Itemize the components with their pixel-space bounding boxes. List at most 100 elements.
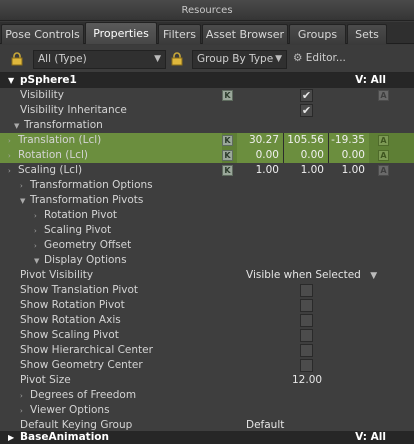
group-row-transformation-options[interactable]: › Transformation Options [0,178,414,193]
chevron-right-icon: › [8,152,11,160]
key-icon[interactable]: K [222,135,233,146]
property-label: Visibility [20,89,65,101]
group-label: Transformation [24,119,103,131]
group-row-display-options[interactable]: ▼ Display Options [0,253,414,268]
property-row-scaling: › Scaling (Lcl) K 1.00 1.00 1.00 A [0,163,414,178]
property-label: Show Hierarchical Center [20,344,153,356]
property-label: Scaling (Lcl) [18,164,83,176]
chevron-right-icon: › [20,407,23,415]
group-row-degrees-of-freedom[interactable]: › Degrees of Freedom [0,388,414,403]
group-label: Geometry Offset [44,239,132,251]
key-icon[interactable]: K [222,90,233,101]
property-row-show-translation-pivot: Show Translation Pivot [0,283,414,298]
visibility-inheritance-checkbox[interactable]: ✔ [300,104,313,117]
chevron-right-icon: › [20,392,23,400]
tab-bar: Pose Controls Properties Filters Asset B… [0,22,414,44]
pivot-size-field[interactable]: 12.00 [292,373,322,388]
chevron-right-icon: › [20,182,23,190]
group-label: Transformation Pivots [30,194,144,206]
scaling-z-field[interactable]: 1.00 [329,163,369,178]
rotation-y-field[interactable]: 0.00 [284,148,328,163]
group-label: Viewer Options [30,404,110,416]
rotation-z-field[interactable]: 0.00 [329,148,369,163]
property-row-show-scaling-pivot: Show Scaling Pivot [0,328,414,343]
object-header[interactable]: ▶ BaseAnimation V: All [0,431,414,444]
property-row-show-geometry-center: Show Geometry Center [0,358,414,373]
editor-button[interactable]: ⚙ Editor... [291,50,346,69]
group-by-dropdown[interactable]: Group By Type ▼ [192,50,287,69]
property-label: Show Translation Pivot [20,284,138,296]
window-title: Resources [0,0,414,21]
group-label: Scaling Pivot [44,224,112,236]
group-label: Rotation Pivot [44,209,118,221]
editor-label: Editor... [305,52,346,64]
chevron-down-icon: ▼ [154,54,161,64]
property-label: Show Scaling Pivot [20,329,119,341]
key-icon[interactable]: K [222,165,233,176]
pivot-visibility-value: Visible when Selected [246,269,361,281]
show-rotation-pivot-checkbox[interactable] [300,299,313,312]
chevron-right-icon: ▶ [8,433,15,442]
anim-icon[interactable]: A [378,150,389,161]
property-label: Show Geometry Center [20,359,143,371]
pivot-visibility-dropdown[interactable]: Visible when Selected ▼ [246,268,377,284]
show-rotation-axis-checkbox[interactable] [300,314,313,327]
group-label: Transformation Options [30,179,153,191]
type-filter-dropdown[interactable]: All (Type) ▼ [33,50,166,69]
property-row-show-rotation-pivot: Show Rotation Pivot [0,298,414,313]
object-header[interactable]: ▼ pSphere1 V: All [0,73,414,88]
property-label: Pivot Size [20,374,71,386]
property-row-visibility: Visibility K ✔ A [0,88,414,103]
key-icon[interactable]: K [222,150,233,161]
lock-icon[interactable] [10,52,24,66]
show-scaling-pivot-checkbox[interactable] [300,329,313,342]
tab-sets[interactable]: Sets [347,24,387,44]
group-label: Display Options [44,254,127,266]
group-row-viewer-options[interactable]: › Viewer Options [0,403,414,418]
property-row-visibility-inheritance: Visibility Inheritance ✔ [0,103,414,118]
chevron-right-icon: › [34,227,37,235]
group-row-geometry-offset[interactable]: › Geometry Offset [0,238,414,253]
translation-x-field[interactable]: 30.27 [237,133,283,148]
scaling-x-field[interactable]: 1.00 [237,163,283,178]
tab-groups[interactable]: Groups [289,24,346,44]
lock-icon[interactable] [170,52,184,66]
show-translation-pivot-checkbox[interactable] [300,284,313,297]
property-label: Pivot Visibility [20,269,94,281]
show-hierarchical-center-checkbox[interactable] [300,344,313,357]
anim-icon[interactable]: A [378,90,389,101]
group-row-scaling-pivot[interactable]: › Scaling Pivot [0,223,414,238]
group-label: Degrees of Freedom [30,389,137,401]
show-geometry-center-checkbox[interactable] [300,359,313,372]
scaling-y-field[interactable]: 1.00 [284,163,328,178]
translation-y-field[interactable]: 105.56 [284,133,328,148]
translation-z-field[interactable]: -19.35 [329,133,369,148]
visibility-filter[interactable]: V: All [355,431,386,444]
property-row-show-hierarchical-center: Show Hierarchical Center [0,343,414,358]
property-row-rotation: › Rotation (Lcl) K 0.00 0.00 0.00 A [0,148,414,163]
property-label: Visibility Inheritance [20,104,127,116]
group-row-rotation-pivot[interactable]: › Rotation Pivot [0,208,414,223]
chevron-down-icon: ▼ [8,76,15,85]
tab-properties[interactable]: Properties [85,22,157,44]
group-row-transformation[interactable]: ▼ Transformation [0,118,414,133]
tab-filters[interactable]: Filters [158,24,201,44]
chevron-right-icon: › [34,212,37,220]
anim-icon[interactable]: A [378,165,389,176]
property-row-pivot-visibility: Pivot Visibility Visible when Selected ▼ [0,268,414,283]
property-row-pivot-size: Pivot Size 12.00 [0,373,414,388]
chevron-down-icon: ▼ [370,271,378,281]
group-row-transformation-pivots[interactable]: ▼ Transformation Pivots [0,193,414,208]
property-row-show-rotation-axis: Show Rotation Axis [0,313,414,328]
visibility-checkbox[interactable]: ✔ [300,89,313,102]
rotation-x-field[interactable]: 0.00 [237,148,283,163]
type-filter-value: All (Type) [38,53,87,65]
tab-asset-browser[interactable]: Asset Browser [202,24,288,44]
visibility-filter[interactable]: V: All [355,73,386,88]
tab-pose-controls[interactable]: Pose Controls [1,24,84,44]
property-row-translation: › Translation (Lcl) K 30.27 105.56 -19.35… [0,133,414,148]
chevron-right-icon: › [8,167,11,175]
chevron-down-icon: ▼ [34,257,40,265]
object-name: BaseAnimation [20,431,109,443]
anim-icon[interactable]: A [378,135,389,146]
